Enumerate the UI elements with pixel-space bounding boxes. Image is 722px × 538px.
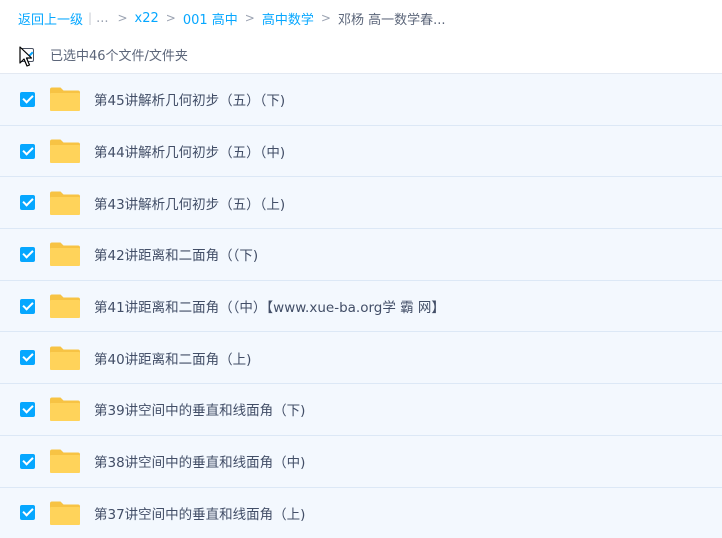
file-name[interactable]: 第41讲距离和二面角（（中）【www.xue-ba.org学 霸 网】	[94, 296, 445, 316]
file-row[interactable]: 第43讲解析几何初步（五）（上)	[0, 177, 722, 230]
file-name[interactable]: 第40讲距离和二面角（上)	[94, 348, 251, 368]
chevron-right-icon: >	[165, 11, 176, 25]
file-row[interactable]: 第45讲解析几何初步（五）（下)	[0, 74, 722, 126]
file-name[interactable]: 第37讲空间中的垂直和线面角（上)	[94, 503, 305, 523]
selection-bar: 已选中46个文件/文件夹	[0, 36, 722, 73]
file-name[interactable]: 第45讲解析几何初步（五）（下)	[94, 89, 285, 109]
file-name[interactable]: 第44讲解析几何初步（五）（中)	[94, 141, 285, 161]
row-checkbox[interactable]	[20, 505, 35, 521]
breadcrumb-current: 邓杨 高一数学春...	[337, 12, 446, 28]
file-name[interactable]: 第39讲空间中的垂直和线面角（下)	[94, 399, 305, 419]
folder-icon	[50, 501, 80, 525]
file-name[interactable]: 第43讲解析几何初步（五）（上)	[94, 193, 285, 213]
file-row[interactable]: 第39讲空间中的垂直和线面角（下)	[0, 384, 722, 436]
folder-icon	[50, 242, 80, 267]
row-checkbox[interactable]	[20, 143, 35, 159]
file-name[interactable]: 第38讲空间中的垂直和线面角（中)	[94, 451, 305, 471]
breadcrumb-item-math[interactable]: 高中数学	[262, 9, 314, 28]
folder-icon	[50, 191, 80, 215]
file-list: 第45讲解析几何初步（五）（下) 第44讲解析几何初步（五）（中) 第43讲解析…	[0, 73, 722, 538]
back-link[interactable]: 返回上一级	[18, 9, 83, 28]
row-checkbox[interactable]	[20, 298, 35, 314]
chevron-right-icon: >	[320, 11, 331, 25]
file-row[interactable]: 第42讲距离和二面角（（下)	[0, 229, 722, 281]
row-checkbox[interactable]	[20, 350, 35, 366]
breadcrumb-ellipsis[interactable]: ...	[96, 11, 108, 26]
row-checkbox[interactable]	[20, 453, 35, 469]
file-row[interactable]: 第41讲距离和二面角（（中）【www.xue-ba.org学 霸 网】	[0, 280, 722, 333]
breadcrumb: 返回上一级 | ... > x22 > 001 高中 > 高中数学 > 邓杨 高…	[0, 0, 722, 36]
folder-icon	[50, 87, 80, 112]
row-checkbox[interactable]	[20, 246, 35, 262]
file-row[interactable]: 第38讲空间中的垂直和线面角（中)	[0, 435, 722, 488]
breadcrumb-divider: |	[88, 11, 93, 25]
folder-icon	[50, 449, 80, 474]
folder-icon	[50, 139, 80, 164]
chevron-right-icon: >	[117, 11, 128, 25]
row-checkbox[interactable]	[20, 195, 35, 211]
breadcrumb-item-x22[interactable]: x22	[135, 11, 159, 26]
file-row[interactable]: 第40讲距离和二面角（上)	[0, 332, 722, 385]
folder-icon	[50, 397, 80, 422]
row-checkbox[interactable]	[20, 91, 35, 107]
mouse-cursor-icon	[19, 46, 33, 67]
folder-icon	[50, 346, 80, 370]
row-checkbox[interactable]	[20, 401, 35, 417]
breadcrumb-item-gaozhong[interactable]: 001 高中	[183, 9, 238, 28]
selection-count: 已选中46个文件/文件夹	[50, 49, 188, 64]
chevron-right-icon: >	[244, 11, 255, 25]
file-row[interactable]: 第37讲空间中的垂直和线面角（上)	[0, 487, 722, 538]
file-name[interactable]: 第42讲距离和二面角（（下)	[94, 244, 258, 264]
file-row[interactable]: 第44讲解析几何初步（五）（中)	[0, 125, 722, 178]
folder-icon	[50, 294, 80, 319]
